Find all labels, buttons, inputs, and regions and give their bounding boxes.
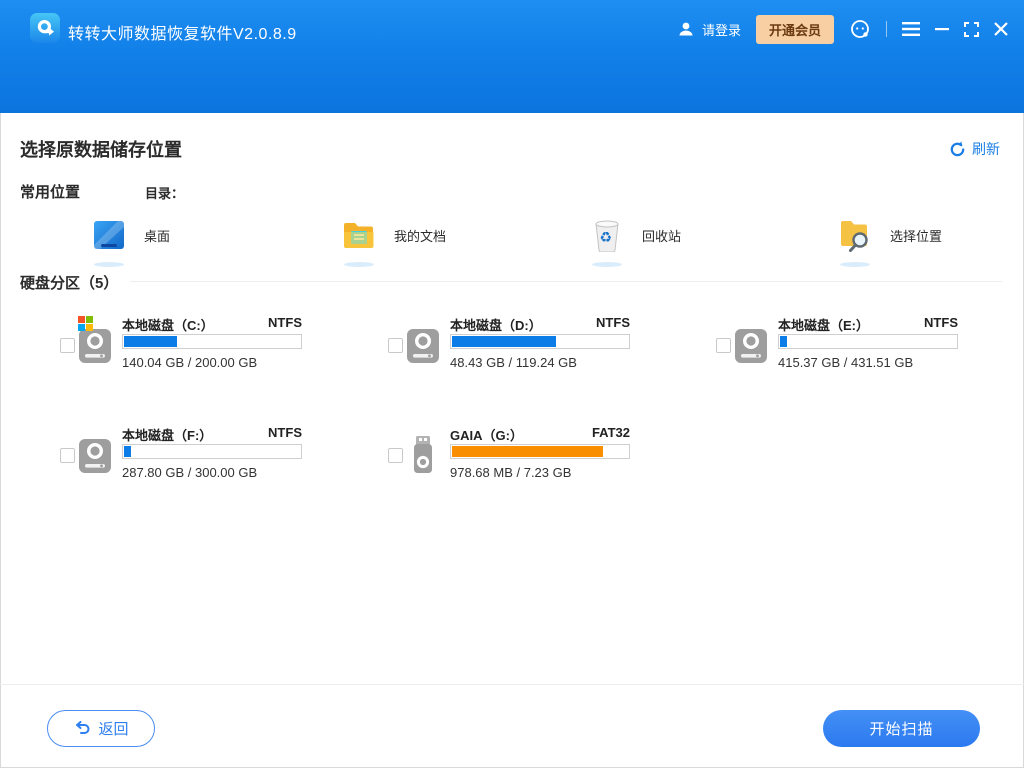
hard-drive-icon bbox=[734, 325, 768, 365]
disk-name: GAIA（G:） bbox=[450, 428, 523, 443]
disk-size: 415.37 GB / 431.51 GB bbox=[778, 355, 914, 370]
disk-filesystem: NTFS bbox=[596, 315, 630, 330]
location-desktop[interactable]: 桌面 bbox=[92, 216, 171, 267]
disk-name: 本地磁盘（D:） bbox=[450, 318, 542, 333]
directory-label: 目录： bbox=[145, 186, 185, 201]
disk-usage-bar bbox=[122, 334, 302, 349]
footer-divider bbox=[0, 684, 1024, 685]
disk-size: 978.68 MB / 7.23 GB bbox=[450, 465, 572, 480]
disk-usage-bar bbox=[122, 444, 302, 459]
windows-logo-badge bbox=[78, 316, 93, 331]
disk-size: 287.80 GB / 300.00 GB bbox=[122, 465, 258, 480]
refresh-icon bbox=[950, 141, 965, 156]
page-title: 选择原数据储存位置 bbox=[20, 140, 182, 160]
titlebar: 转转大师数据恢复软件V2.0.8.9 请登录 开通会员 bbox=[0, 0, 1024, 113]
start-scan-button[interactable]: 开始扫描 bbox=[823, 710, 980, 747]
disk-checkbox[interactable] bbox=[388, 338, 403, 353]
disk-size: 48.43 GB / 119.24 GB bbox=[450, 355, 577, 370]
partitions-heading: 硬盘分区（5） bbox=[20, 275, 119, 292]
back-label: 返回 bbox=[98, 721, 129, 738]
recycle-bin-icon: ♻ bbox=[590, 216, 624, 267]
user-icon bbox=[679, 22, 693, 36]
disk-usage-bar bbox=[778, 334, 958, 349]
close-icon[interactable] bbox=[994, 22, 1008, 36]
location-label: 我的文档 bbox=[394, 228, 447, 244]
choose-location-icon bbox=[838, 216, 872, 267]
icon-shadow bbox=[344, 262, 374, 267]
location-label: 回收站 bbox=[642, 228, 682, 244]
customer-service-icon[interactable] bbox=[849, 18, 871, 40]
disk-checkbox[interactable] bbox=[388, 448, 403, 463]
icon-shadow bbox=[840, 262, 870, 267]
menu-icon[interactable] bbox=[902, 22, 920, 36]
minimize-icon[interactable] bbox=[935, 22, 949, 36]
refresh-button[interactable]: 刷新 bbox=[949, 139, 1000, 159]
icon-shadow bbox=[94, 262, 124, 267]
disk-filesystem: NTFS bbox=[268, 425, 302, 440]
common-locations-heading: 常用位置 bbox=[20, 184, 81, 201]
titlebar-actions: 请登录 开通会员 bbox=[677, 0, 1008, 58]
hard-drive-icon bbox=[78, 435, 112, 475]
location-label: 桌面 bbox=[144, 228, 171, 244]
disk-filesystem: NTFS bbox=[268, 315, 302, 330]
location-recycle-bin[interactable]: ♻ 回收站 bbox=[590, 216, 682, 267]
hard-drive-icon bbox=[406, 325, 440, 365]
disk-usage-bar bbox=[450, 334, 630, 349]
disk-usage-bar bbox=[450, 444, 630, 459]
disk-checkbox[interactable] bbox=[716, 338, 731, 353]
undo-icon bbox=[76, 721, 90, 734]
disk-name: 本地磁盘（F:） bbox=[122, 428, 213, 443]
disk-card-e[interactable]: 本地磁盘（E:） NTFS 415.37 GB / 431.51 GB bbox=[716, 305, 958, 377]
location-documents[interactable]: 我的文档 bbox=[342, 216, 447, 267]
hard-drive-icon bbox=[78, 325, 112, 365]
app-logo-icon bbox=[30, 13, 60, 43]
disk-filesystem: NTFS bbox=[924, 315, 958, 330]
section-divider bbox=[130, 281, 1002, 282]
usb-drive-icon bbox=[406, 435, 440, 475]
disk-checkbox[interactable] bbox=[60, 338, 75, 353]
titlebar-divider bbox=[886, 21, 887, 37]
vip-button[interactable]: 开通会员 bbox=[755, 14, 834, 44]
documents-folder-icon bbox=[342, 216, 376, 267]
disk-card-f[interactable]: 本地磁盘（F:） NTFS 287.80 GB / 300.00 GB bbox=[60, 415, 302, 487]
disk-checkbox[interactable] bbox=[60, 448, 75, 463]
disk-size: 140.04 GB / 200.00 GB bbox=[122, 355, 258, 370]
disk-filesystem: FAT32 bbox=[591, 425, 630, 440]
refresh-label: 刷新 bbox=[972, 141, 1000, 157]
svg-text:♻: ♻ bbox=[600, 229, 613, 245]
disk-card-d[interactable]: 本地磁盘（D:） NTFS 48.43 GB / 119.24 GB bbox=[388, 305, 630, 377]
maximize-icon[interactable] bbox=[964, 21, 979, 37]
login-label: 请登录 bbox=[701, 22, 741, 38]
login-button[interactable]: 请登录 bbox=[677, 20, 741, 39]
disk-card-c[interactable]: 本地磁盘（C:） NTFS 140.04 GB / 200.00 GB bbox=[60, 305, 302, 377]
location-choose[interactable]: 选择位置 bbox=[838, 216, 943, 267]
icon-shadow bbox=[592, 262, 622, 267]
app-title: 转转大师数据恢复软件V2.0.8.9 bbox=[68, 26, 297, 43]
back-button[interactable]: 返回 bbox=[47, 710, 155, 747]
disk-name: 本地磁盘（C:） bbox=[122, 318, 214, 333]
disk-name: 本地磁盘（E:） bbox=[778, 318, 870, 333]
location-label: 选择位置 bbox=[890, 228, 943, 244]
disk-card-g[interactable]: GAIA（G:） FAT32 978.68 MB / 7.23 GB bbox=[388, 415, 630, 487]
desktop-icon bbox=[92, 216, 126, 267]
